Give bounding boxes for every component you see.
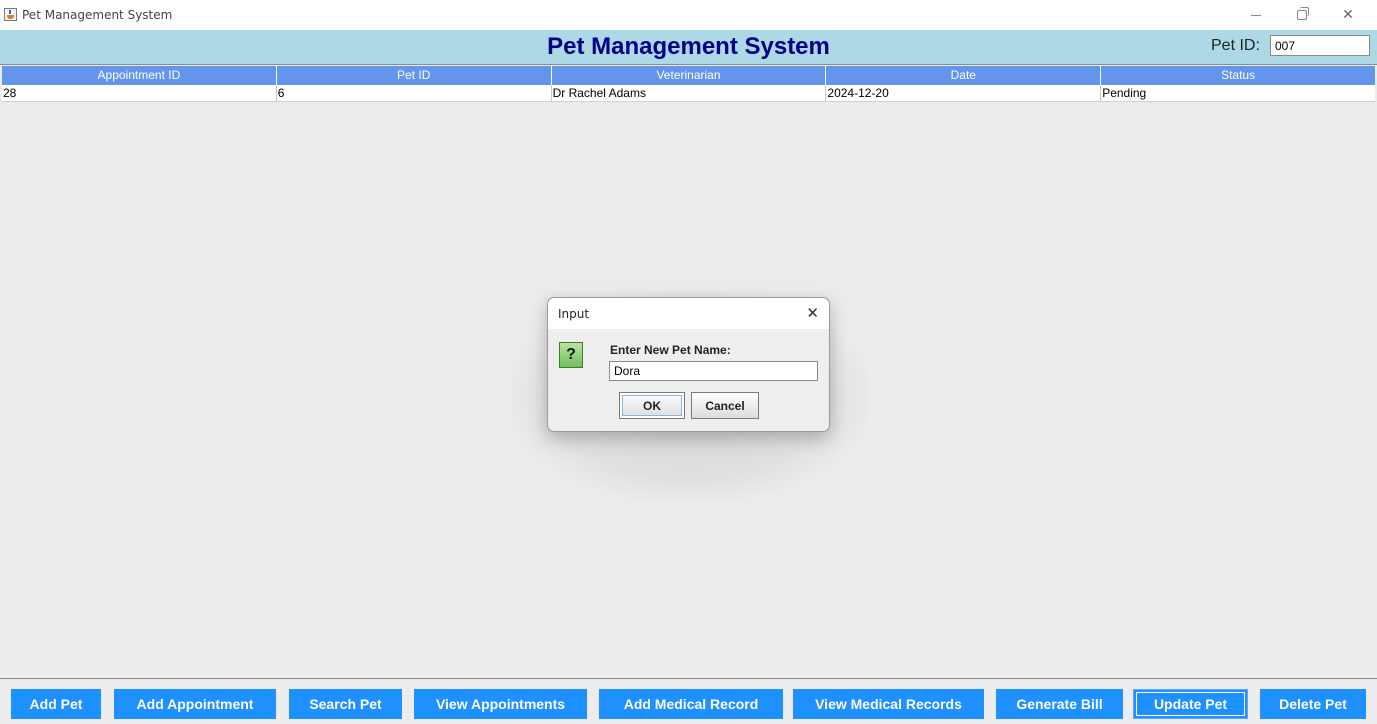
column-header-appointment-id[interactable]: Appointment ID: [2, 66, 277, 85]
view-medical-records-button[interactable]: View Medical Records: [793, 689, 984, 719]
dialog-close-icon[interactable]: ✕: [806, 304, 819, 322]
column-header-date[interactable]: Date: [826, 66, 1102, 85]
cell-appointment-id[interactable]: 28: [2, 85, 277, 101]
cancel-button[interactable]: Cancel: [691, 392, 759, 419]
column-header-pet-id[interactable]: Pet ID: [277, 66, 552, 85]
new-pet-name-input[interactable]: [609, 361, 818, 381]
dialog-titlebar: Input ✕: [548, 298, 829, 329]
minimize-icon: [1251, 14, 1261, 16]
input-dialog: Input ✕ ? Enter New Pet Name: OK Cancel: [547, 297, 830, 432]
window-close-button[interactable]: ✕: [1325, 0, 1371, 30]
dialog-title: Input: [558, 307, 590, 321]
add-appointment-button[interactable]: Add Appointment: [114, 689, 276, 719]
maximize-button[interactable]: [1279, 0, 1325, 30]
view-appointments-button[interactable]: View Appointments: [414, 689, 587, 719]
column-header-veterinarian[interactable]: Veterinarian: [552, 66, 827, 85]
cell-date[interactable]: 2024-12-20: [826, 85, 1102, 101]
ok-button[interactable]: OK: [619, 392, 685, 419]
header-panel: Pet Management System Pet ID:: [0, 30, 1377, 64]
close-icon: ✕: [1342, 7, 1354, 23]
update-pet-button[interactable]: Update Pet: [1133, 689, 1248, 719]
search-pet-button[interactable]: Search Pet: [289, 689, 402, 719]
action-button-bar: Add Pet Add Appointment Search Pet View …: [0, 678, 1377, 724]
add-pet-button[interactable]: Add Pet: [11, 689, 101, 719]
window-titlebar: Pet Management System ✕: [0, 0, 1377, 30]
pet-id-label: Pet ID:: [1211, 37, 1260, 54]
restore-icon: [1297, 7, 1309, 20]
add-medical-record-button[interactable]: Add Medical Record: [599, 689, 783, 719]
question-icon: ?: [559, 342, 583, 368]
dialog-prompt: Enter New Pet Name:: [610, 343, 731, 357]
table-header: Appointment ID Pet ID Veterinarian Date …: [2, 66, 1375, 85]
window-title: Pet Management System: [22, 8, 173, 22]
java-app-icon: [4, 8, 17, 21]
cell-pet-id[interactable]: 6: [277, 85, 552, 101]
cell-veterinarian[interactable]: Dr Rachel Adams: [552, 85, 827, 101]
generate-bill-button[interactable]: Generate Bill: [996, 689, 1123, 719]
pet-id-input[interactable]: [1270, 35, 1370, 56]
appointments-table: Appointment ID Pet ID Veterinarian Date …: [2, 66, 1375, 102]
minimize-button[interactable]: [1233, 0, 1279, 30]
table-row[interactable]: 28 6 Dr Rachel Adams 2024-12-20 Pending: [2, 85, 1375, 102]
column-header-status[interactable]: Status: [1101, 66, 1375, 85]
delete-pet-button[interactable]: Delete Pet: [1260, 689, 1366, 719]
page-title: Pet Management System: [547, 33, 830, 60]
cell-status[interactable]: Pending: [1101, 85, 1375, 101]
